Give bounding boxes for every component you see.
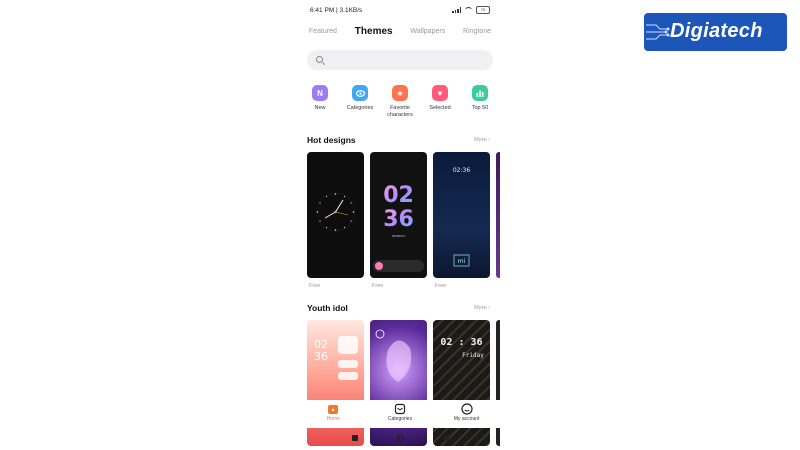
- theme-card[interactable]: 02:36 mi: [433, 152, 490, 278]
- shortcut-top-50[interactable]: Top 50: [461, 85, 499, 119]
- tab-featured[interactable]: Featured: [309, 28, 337, 35]
- categories-icon: [394, 402, 406, 415]
- new-icon: N: [312, 85, 328, 101]
- heart-icon: ♥: [432, 85, 448, 101]
- price-label: Free: [372, 283, 384, 289]
- anime-character-image: [375, 329, 412, 382]
- lockscreen-preview-image: 02:36 mi: [453, 167, 470, 267]
- search-input[interactable]: [307, 50, 493, 70]
- clock-preview-image: 02 36: [314, 336, 358, 380]
- theme-card[interactable]: 02 36 MONDAY: [370, 152, 427, 278]
- nav-label: Categories: [387, 416, 413, 422]
- bar-chart-icon: [472, 85, 488, 101]
- nav-label: My account: [453, 416, 480, 422]
- tab-ringtone[interactable]: Ringtone: [463, 28, 491, 35]
- svg-text:02: 02: [383, 183, 414, 208]
- price-label: Free: [435, 283, 447, 289]
- more-label: More: [474, 137, 487, 143]
- digiatech-logo: Digiatech: [644, 13, 787, 51]
- wifi-icon: [464, 7, 473, 13]
- nav-my-account[interactable]: My account: [442, 400, 492, 428]
- clock-preview-image: 02 36 MONDAY: [373, 183, 424, 272]
- youth-idol-title: Youth idol: [307, 303, 348, 313]
- shortcut-categories[interactable]: Categories: [341, 85, 379, 119]
- nav-label: Home: [326, 416, 340, 422]
- status-clock: 6:41 PM: [310, 7, 335, 14]
- star-icon: ★: [392, 85, 408, 101]
- shortcut-favorite-characters[interactable]: ★ Favorite characters: [381, 85, 419, 119]
- shortcut-label: New: [314, 105, 326, 111]
- phone-screen: 6:41 PM | 3.1KB/s 70 Featured Themes Wal…: [300, 0, 500, 450]
- nav-home[interactable]: Home: [308, 400, 358, 428]
- categories-icon: [352, 85, 368, 101]
- theme-card[interactable]: [307, 152, 364, 278]
- svg-text:02 : 36: 02 : 36: [440, 337, 482, 348]
- svg-text:02:36: 02:36: [453, 167, 470, 174]
- home-icon: [327, 402, 339, 414]
- account-icon: [461, 402, 473, 415]
- shortcut-label: Categories: [346, 105, 374, 111]
- signal-icon: [452, 7, 461, 13]
- hot-designs-title: Hot designs: [307, 135, 356, 145]
- svg-text:36: 36: [383, 207, 414, 232]
- battery-icon: 70: [476, 6, 490, 14]
- logo-text: Digiatech: [670, 20, 763, 42]
- search-icon: [316, 56, 323, 63]
- top-tabs: Featured Themes Wallpapers Ringtone: [300, 26, 500, 37]
- svg-text:Friday: Friday: [462, 352, 484, 359]
- status-speed: 3.1KB/s: [339, 7, 363, 14]
- tab-themes[interactable]: Themes: [355, 26, 393, 37]
- home-button-icon[interactable]: [395, 434, 404, 442]
- back-icon[interactable]: [441, 434, 449, 442]
- shortcut-row: N New Categories ★ Favorite characters ♥…: [300, 85, 500, 119]
- svg-text:mi: mi: [458, 258, 466, 265]
- clock-preview-image: 02 : 36 Friday: [440, 337, 484, 359]
- clock-preview-image: [316, 192, 355, 232]
- theme-card-partial[interactable]: [496, 152, 500, 278]
- hot-designs-row: 02 36 MONDAY 02:36 mi: [307, 152, 500, 278]
- status-time: 6:41 PM | 3.1KB/s: [310, 7, 363, 14]
- shortcut-label: Top 50: [471, 105, 489, 111]
- status-bar: 6:41 PM | 3.1KB/s 70: [300, 0, 500, 20]
- nav-categories[interactable]: Categories: [375, 400, 425, 428]
- shortcut-new[interactable]: N New: [301, 85, 339, 119]
- svg-text:36: 36: [314, 350, 328, 363]
- youth-idol-more-link[interactable]: More ›: [474, 305, 490, 311]
- status-icons: 70: [452, 6, 490, 14]
- price-label: Free: [309, 283, 321, 289]
- svg-text:MONDAY: MONDAY: [392, 234, 405, 238]
- recents-icon[interactable]: [351, 435, 358, 441]
- shortcut-label: Favorite characters: [387, 105, 413, 118]
- tab-wallpapers[interactable]: Wallpapers: [410, 28, 445, 35]
- bottom-navigation: Home Categories My account: [300, 400, 500, 428]
- more-label: More: [474, 305, 487, 311]
- shortcut-label: Selected: [429, 105, 451, 111]
- shortcut-selected[interactable]: ♥ Selected: [421, 85, 459, 119]
- hot-designs-more-link[interactable]: More ›: [474, 137, 490, 143]
- system-navigation-bar: [300, 430, 500, 446]
